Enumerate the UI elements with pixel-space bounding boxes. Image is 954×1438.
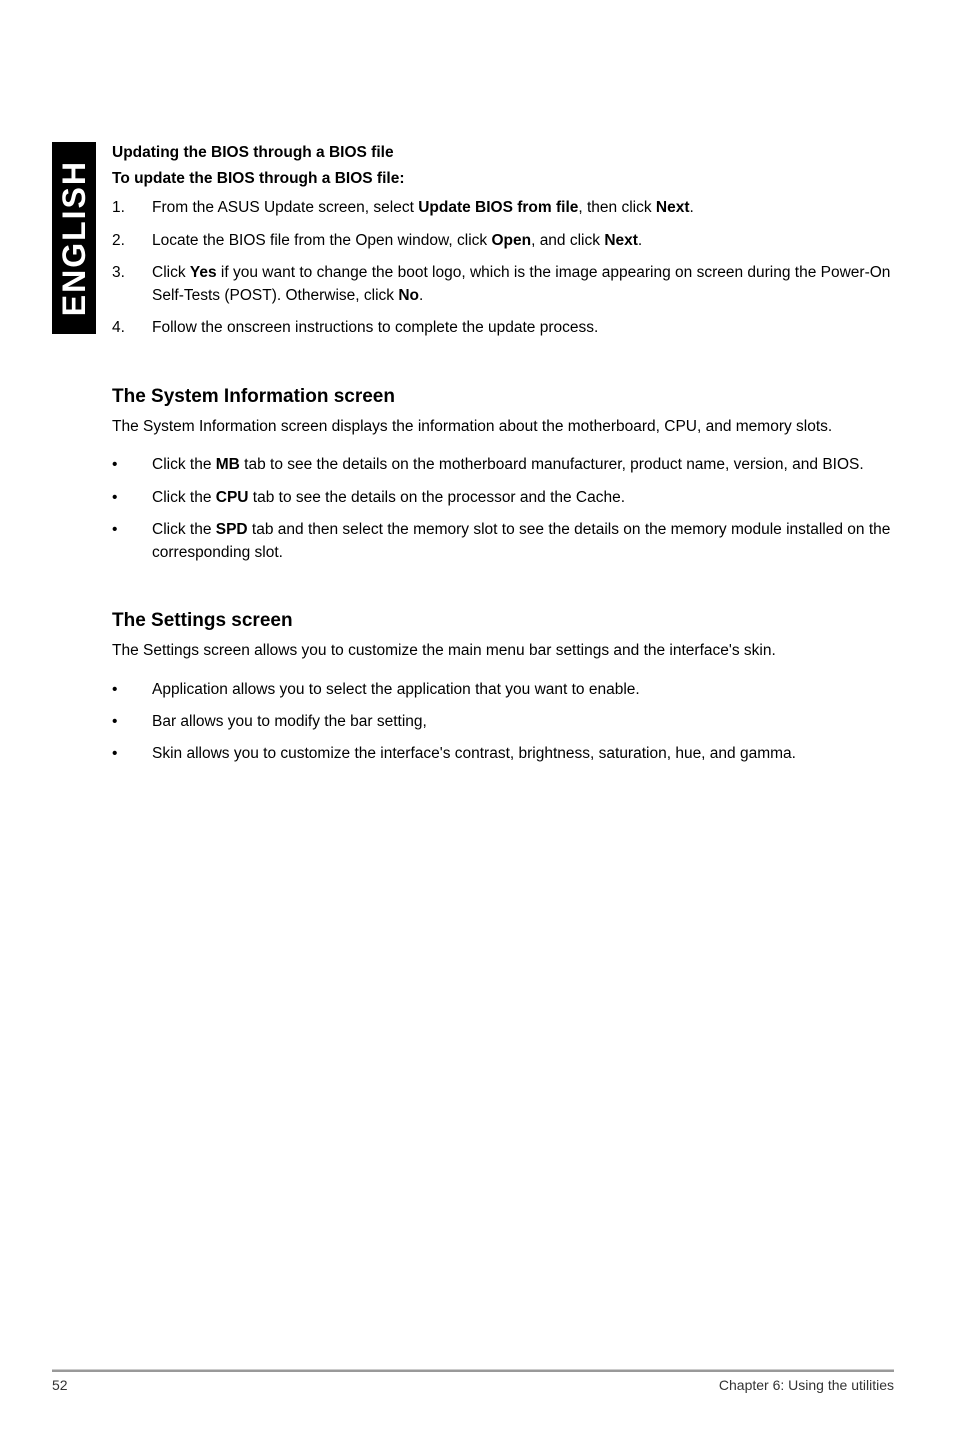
section2-heading: The System Information screen	[112, 386, 894, 408]
step-number: 1.	[112, 197, 152, 219]
step-item: 2. Locate the BIOS file from the Open wi…	[112, 230, 894, 252]
step-item: 4. Follow the onscreen instructions to c…	[112, 317, 894, 339]
step-item: 1. From the ASUS Update screen, select U…	[112, 197, 894, 219]
bullet-text: Click the SPD tab and then select the me…	[152, 519, 894, 564]
section3-heading: The Settings screen	[112, 610, 894, 632]
bullet-text: Skin allows you to customize the interfa…	[152, 743, 894, 765]
step-number: 2.	[112, 230, 152, 252]
bullet-icon: •	[112, 743, 152, 765]
step-number: 4.	[112, 317, 152, 339]
bullet-icon: •	[112, 679, 152, 701]
bullet-text: Bar allows you to modify the bar setting…	[152, 711, 894, 733]
list-item: • Application allows you to select the a…	[112, 679, 894, 701]
section3-bullets: • Application allows you to select the a…	[112, 679, 894, 766]
list-item: • Skin allows you to customize the inter…	[112, 743, 894, 765]
bullet-text: Click the MB tab to see the details on t…	[152, 454, 894, 476]
section3-intro: The Settings screen allows you to custom…	[112, 640, 894, 662]
bullet-icon: •	[112, 711, 152, 733]
chapter-title: Chapter 6: Using the utilities	[719, 1377, 894, 1393]
section1-heading2: To update the BIOS through a BIOS file:	[112, 168, 894, 190]
step-item: 3. Click Yes if you want to change the b…	[112, 262, 894, 307]
list-item: • Click the MB tab to see the details on…	[112, 454, 894, 476]
language-tab: ENGLISH	[52, 142, 96, 334]
step-text: Click Yes if you want to change the boot…	[152, 262, 894, 307]
bullet-text: Click the CPU tab to see the details on …	[152, 487, 894, 509]
language-label: ENGLISH	[56, 160, 93, 316]
list-item: • Click the SPD tab and then select the …	[112, 519, 894, 564]
bullet-icon: •	[112, 454, 152, 476]
main-content: Updating the BIOS through a BIOS file To…	[112, 142, 894, 776]
section2-bullets: • Click the MB tab to see the details on…	[112, 454, 894, 564]
bullet-icon: •	[112, 487, 152, 509]
bullet-text: Application allows you to select the app…	[152, 679, 894, 701]
section1-heading1: Updating the BIOS through a BIOS file	[112, 142, 894, 164]
page-number: 52	[52, 1377, 68, 1393]
section2-intro: The System Information screen displays t…	[112, 416, 894, 438]
step-text: Follow the onscreen instructions to comp…	[152, 317, 894, 339]
bullet-icon: •	[112, 519, 152, 564]
page-footer: 52 Chapter 6: Using the utilities	[52, 1370, 894, 1393]
list-item: • Bar allows you to modify the bar setti…	[112, 711, 894, 733]
step-text: From the ASUS Update screen, select Upda…	[152, 197, 894, 219]
list-item: • Click the CPU tab to see the details o…	[112, 487, 894, 509]
section1-steps: 1. From the ASUS Update screen, select U…	[112, 197, 894, 339]
step-text: Locate the BIOS file from the Open windo…	[152, 230, 894, 252]
step-number: 3.	[112, 262, 152, 307]
